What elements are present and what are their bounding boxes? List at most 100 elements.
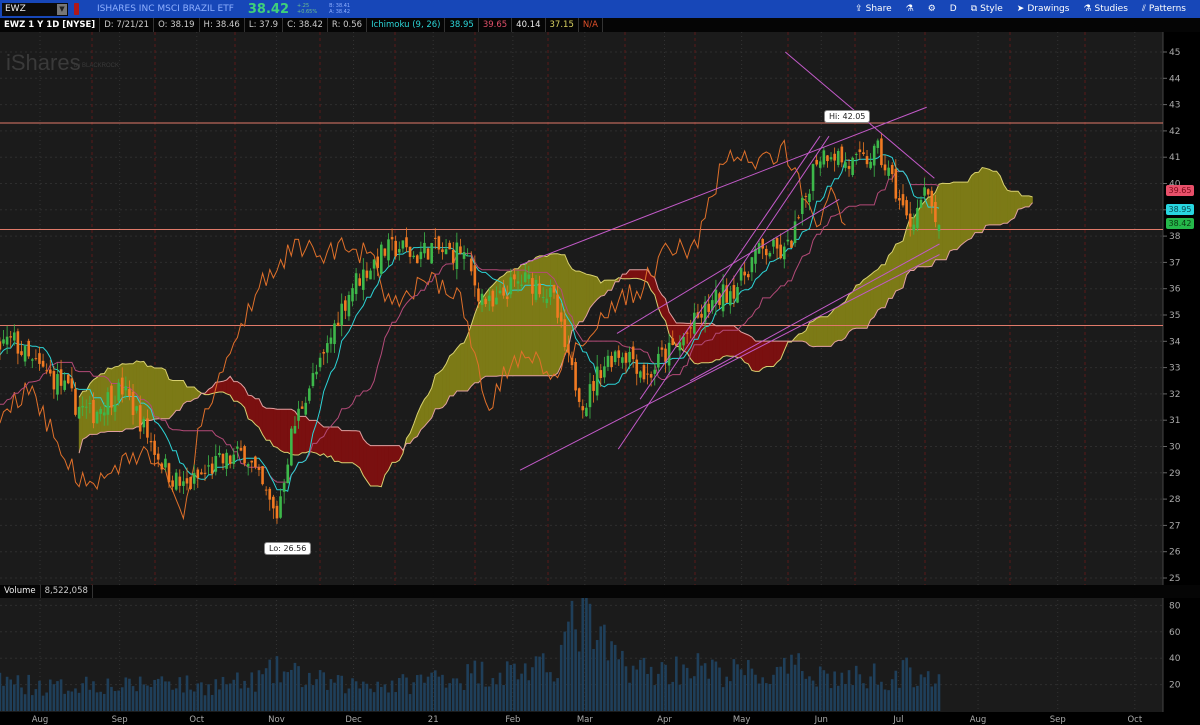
- volume-bar: [376, 681, 379, 711]
- candle-body: [290, 428, 293, 466]
- volume-bar: [822, 670, 826, 711]
- flask-icon: ⚗: [1083, 4, 1092, 14]
- volume-bar: [214, 679, 218, 711]
- volume-bar: [621, 650, 624, 711]
- volume-bar: [462, 689, 466, 711]
- study-name[interactable]: Ichimoku (9, 26): [367, 18, 446, 32]
- volume-bar: [390, 680, 394, 711]
- volume-bar: [128, 678, 131, 711]
- candle-body: [113, 404, 117, 412]
- volume-bar: [693, 676, 696, 711]
- volume-bar: [649, 666, 653, 711]
- candle-body: [401, 240, 405, 249]
- price-axis[interactable]: 2526272829303132333435363738394041424344…: [1163, 48, 1181, 584]
- candle-body: [415, 255, 419, 264]
- candle-body: [365, 270, 369, 278]
- cloud-segment: [820, 316, 825, 347]
- volume-bar: [631, 665, 635, 711]
- flag-icon[interactable]: [74, 3, 79, 15]
- candle-body: [847, 166, 851, 169]
- volume-bar: [854, 665, 858, 711]
- volume-axis[interactable]: 20 40 60 80: [1169, 601, 1181, 690]
- candle-body: [577, 388, 581, 402]
- span-b-value: 37.15: [546, 18, 579, 32]
- cloud-segment: [237, 381, 242, 405]
- volume-bar: [207, 684, 210, 711]
- cloud-segment: [161, 367, 166, 420]
- volume-bar: [225, 684, 228, 711]
- candle-body: [840, 146, 844, 163]
- gear-icon: ⚙: [927, 4, 936, 14]
- candle-body: [531, 278, 534, 294]
- candle-body: [171, 480, 174, 487]
- volume-bar: [671, 681, 675, 711]
- candle-body: [559, 312, 563, 322]
- symbol-input[interactable]: EWZ: [5, 4, 26, 14]
- candle-body: [552, 284, 556, 293]
- candle-body: [538, 283, 541, 295]
- cloud-segment: [327, 426, 332, 458]
- candle-body: [509, 277, 513, 295]
- volume-bar: [304, 685, 308, 711]
- month-label: Dec: [345, 715, 362, 725]
- candle-body: [117, 382, 120, 401]
- volume-bar: [567, 621, 570, 711]
- chart-canvas[interactable]: iShares by BLACKROCK 25 26 27 28 29 30 31 32 33 3…: [0, 0, 1200, 725]
- cloud-segment: [960, 181, 965, 247]
- share-button[interactable]: ⇪ Share: [855, 4, 892, 14]
- volume-bar: [437, 676, 441, 711]
- cloud-segment: [539, 255, 544, 376]
- cloud-segment: [395, 445, 400, 463]
- change-percent: +0.65%: [297, 9, 318, 15]
- volume-bar: [146, 685, 149, 711]
- candle-body: [185, 478, 189, 484]
- candle-body: [236, 446, 239, 449]
- volume-bar: [286, 672, 290, 711]
- volume-bar: [635, 669, 639, 711]
- candle-body: [146, 418, 149, 438]
- volume-bar: [315, 679, 318, 711]
- chevron-down-icon[interactable]: ▼: [57, 3, 67, 15]
- candle-body: [671, 338, 675, 346]
- volume-bar: [797, 653, 800, 711]
- volume-bar: [606, 660, 610, 711]
- candle-body: [754, 248, 757, 264]
- volume-bar: [585, 592, 588, 711]
- candle-body: [826, 155, 829, 162]
- patterns-button[interactable]: ⫽ Patterns: [1142, 4, 1186, 14]
- candle-body: [178, 476, 182, 486]
- volume-bar: [63, 693, 66, 711]
- volume-bar: [88, 689, 92, 711]
- volume-bar: [300, 687, 304, 711]
- candle-body: [124, 386, 128, 391]
- cloud-segment: [1025, 195, 1030, 208]
- time-axis[interactable]: Aug Sep Oct Nov Dec 21 Feb Mar Apr May Jun Jul Aug Se…: [32, 715, 1143, 725]
- cloud-segment: [953, 181, 958, 250]
- aggregation-button[interactable]: D: [950, 4, 957, 14]
- flask-button[interactable]: ⚗: [906, 4, 914, 14]
- candle-body: [678, 342, 682, 351]
- candle-body: [297, 408, 300, 421]
- candle-body: [764, 248, 768, 256]
- studies-button[interactable]: ⚗ Studies: [1083, 4, 1127, 14]
- volume-bar: [340, 675, 344, 711]
- candle-body: [286, 464, 290, 484]
- volume-bar: [336, 675, 340, 711]
- cloud-segment: [812, 317, 817, 348]
- volume-bar: [894, 670, 898, 711]
- style-button[interactable]: ⧉ Style: [971, 4, 1003, 14]
- candle-body: [649, 374, 653, 378]
- cloud-segment: [341, 430, 346, 463]
- cloud-segment: [755, 340, 760, 372]
- symbol-selector[interactable]: EWZ ▼: [2, 2, 68, 16]
- cloud-segment: [147, 365, 152, 421]
- settings-button[interactable]: ⚙: [928, 4, 936, 14]
- volume-bar: [696, 653, 700, 711]
- volume-bar: [908, 667, 912, 711]
- volume-bar: [800, 671, 804, 711]
- volume-bar: [164, 681, 167, 711]
- drawings-button[interactable]: ➤ Drawings: [1017, 4, 1070, 14]
- cloud-segment: [938, 183, 943, 260]
- candle-body: [99, 408, 102, 414]
- candle-body: [56, 374, 59, 395]
